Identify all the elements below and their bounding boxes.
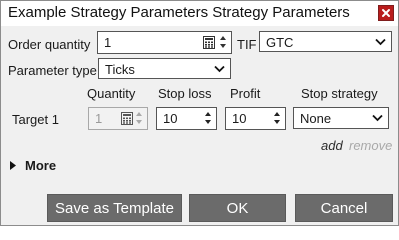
close-button[interactable] [378,5,394,21]
save-as-template-button[interactable]: Save as Template [47,194,182,222]
spinner-icon[interactable] [134,110,144,126]
stop-loss-value: 10 [163,111,178,126]
window-title: Example Strategy Parameters Strategy Par… [8,4,350,21]
col-header-stop-loss: Stop loss [158,86,212,101]
triangle-right-icon [10,161,16,170]
close-icon [382,9,390,17]
calculator-icon[interactable] [121,112,133,125]
spinner-icon[interactable] [203,110,213,126]
title-bar: Example Strategy Parameters Strategy Par… [1,1,398,26]
parameter-type-select[interactable]: Ticks [98,58,231,79]
save-as-template-label: Save as Template [55,199,174,217]
col-header-stop-strategy: Stop strategy [301,86,378,101]
add-target-link[interactable]: add [321,138,343,153]
order-quantity-field[interactable]: 1 [97,31,232,54]
spinner-icon[interactable] [272,110,282,126]
target-quantity-value: 1 [95,111,103,126]
target-label: Target 1 [12,112,59,127]
calculator-icon[interactable] [203,36,215,49]
cancel-button[interactable]: Cancel [295,194,393,222]
col-header-profit: Profit [230,86,261,101]
profit-value: 10 [232,111,247,126]
profit-field[interactable]: 10 [225,107,286,130]
more-label: More [25,158,57,173]
more-toggle[interactable]: More [10,158,56,173]
target-quantity-field[interactable]: 1 [88,107,148,130]
ok-button[interactable]: OK [189,194,286,222]
col-header-quantity: Quantity [87,86,136,101]
ok-label: OK [226,199,249,217]
parameter-type-value: Ticks [105,62,135,77]
parameter-type-label: Parameter type [8,63,97,78]
tif-label: TIF [237,37,257,52]
chevron-down-icon [375,38,386,46]
cancel-label: Cancel [320,199,368,217]
remove-target-link[interactable]: remove [349,138,392,153]
stop-loss-field[interactable]: 10 [156,107,217,130]
chevron-down-icon [214,65,225,73]
strategy-parameters-dialog: Example Strategy Parameters Strategy Par… [0,0,399,226]
tif-value: GTC [266,35,294,50]
stop-strategy-select[interactable]: None [293,107,389,129]
spinner-icon[interactable] [218,34,228,50]
order-quantity-value: 1 [104,35,112,50]
chevron-down-icon [372,114,383,122]
stop-strategy-value: None [300,111,332,126]
order-quantity-label: Order quantity [8,37,91,52]
tif-select[interactable]: GTC [259,31,392,52]
